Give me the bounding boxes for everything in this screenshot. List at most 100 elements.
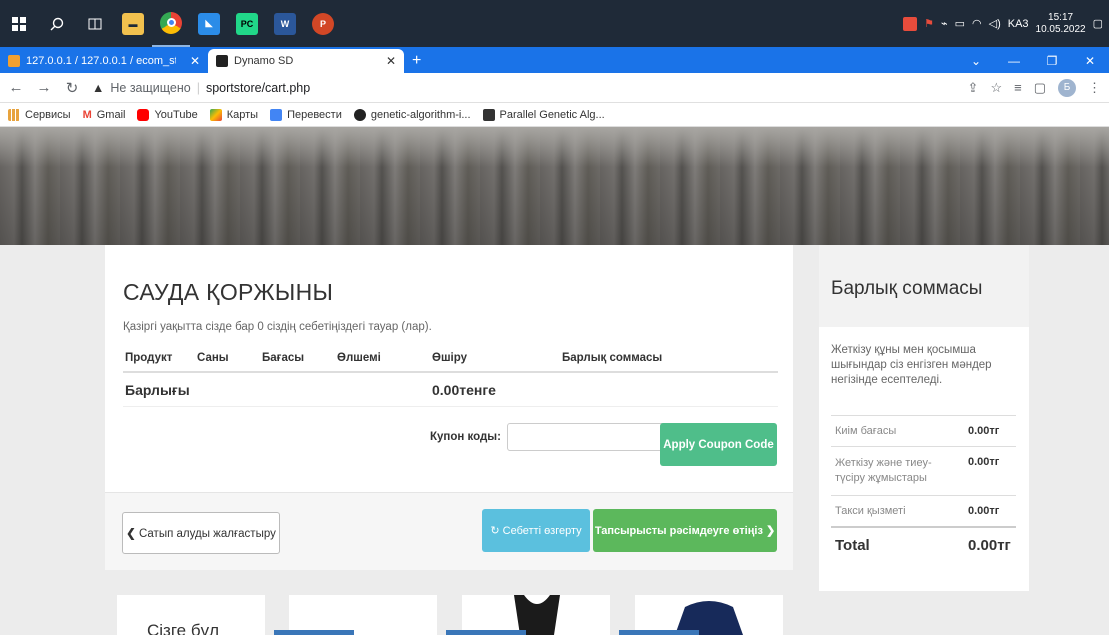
phpmyadmin-favicon-icon	[8, 55, 20, 67]
volume-icon[interactable]: ◁)	[989, 17, 1001, 30]
omnibox[interactable]: ▲ Не защищено | sportstore/cart.php	[92, 81, 310, 95]
word-icon[interactable]: W	[266, 0, 304, 47]
language-indicator[interactable]: KA3	[1008, 18, 1029, 30]
profile-avatar[interactable]: Б	[1058, 78, 1076, 97]
summary-row-label: Жеткізу және тиеу-түсіру жұмыстары	[835, 457, 932, 484]
checkout-button[interactable]: Тапсырысты рәсімдеуге өтіңіз ❯	[593, 509, 777, 552]
summary-header: Барлық соммасы	[819, 245, 1029, 327]
apps-grid-icon	[8, 108, 20, 121]
tab-search-icon[interactable]: ⌄	[957, 54, 995, 68]
summary-row-value: 0.00тг	[968, 425, 1000, 437]
product-vest-image	[514, 595, 560, 635]
bookmark-genetic-algorithm[interactable]: genetic-algorithm-i...	[353, 108, 471, 121]
dynamo-favicon-icon	[216, 55, 228, 67]
cart-total-row: Барлығы 0.00тенге	[123, 373, 778, 407]
sidebar-icon[interactable]: ▢	[1034, 80, 1046, 96]
apply-coupon-button[interactable]: Apply Coupon Code	[660, 423, 777, 466]
bookmark-parallel-ga[interactable]: Parallel Genetic Alg...	[482, 108, 605, 121]
continue-shopping-button[interactable]: ❮ Сатып алуды жалғастыру	[122, 512, 280, 554]
product-label-tag	[619, 630, 699, 635]
tab-title: Dynamo SD	[234, 55, 294, 67]
minimize-icon[interactable]: —	[995, 54, 1033, 68]
hero-banner-image	[0, 127, 1109, 245]
bookmark-label: YouTube	[154, 108, 198, 121]
cart-subtitle: Қазіргі уақытта сізде бар 0 сіздің себет…	[123, 321, 432, 333]
back-icon[interactable]: ←	[8, 79, 24, 96]
windows-start-icon[interactable]	[0, 0, 38, 47]
notification-icon[interactable]: ▢	[1093, 17, 1103, 30]
restore-icon[interactable]: ❐	[1033, 54, 1071, 68]
search-icon[interactable]	[38, 0, 76, 47]
tab-phpmyadmin[interactable]: 127.0.0.1 / 127.0.0.1 / ecom_store ✕	[0, 49, 208, 73]
product-shirt-image	[675, 601, 743, 635]
cart-footer: ❮ Сатып алуды жалғастыру ↻ Себетті өзгер…	[105, 492, 793, 570]
coupon-label: Купон коды:	[430, 431, 501, 443]
bookmark-star-icon[interactable]: ☆	[990, 80, 1002, 96]
summary-row-value: 0.00тг	[968, 505, 1000, 517]
share-icon[interactable]: ⇪	[968, 80, 979, 96]
github-icon	[353, 108, 366, 121]
powerpoint-icon[interactable]: P	[304, 0, 342, 47]
tab-strip: 127.0.0.1 / 127.0.0.1 / ecom_store ✕ Dyn…	[0, 47, 1109, 73]
bookmark-gmail[interactable]: M Gmail	[83, 109, 126, 121]
clock[interactable]: 15:17 10.05.2022	[1036, 12, 1086, 36]
document-icon	[482, 108, 495, 121]
column-header: Өлшемі	[337, 352, 381, 364]
summary-rows: Киім бағасы 0.00тг Жеткізу және тиеу-түс…	[831, 415, 1016, 563]
column-header: Барлық соммасы	[562, 352, 663, 364]
product-card[interactable]	[289, 595, 437, 635]
bookmarks-bar: Сервисы M Gmail YouTube Карты Перевести g…	[0, 103, 1109, 127]
reload-icon[interactable]: ↻	[64, 79, 80, 97]
update-cart-label: Себетті өзгерту	[502, 525, 582, 537]
bookmark-services[interactable]: Сервисы	[8, 108, 71, 121]
clock-date: 10.05.2022	[1035, 23, 1086, 35]
battery-icon[interactable]: ▭	[955, 17, 965, 30]
forward-icon[interactable]: →	[36, 79, 52, 96]
new-tab-button[interactable]: +	[404, 49, 429, 73]
teaser-card: Сізге бұл	[117, 595, 265, 635]
product-card[interactable]	[635, 595, 783, 635]
gmail-icon: M	[82, 108, 92, 121]
network-icon[interactable]: ⌁	[941, 17, 948, 30]
close-icon[interactable]: ✕	[190, 54, 200, 68]
translate-icon	[270, 108, 283, 121]
coupon-form: Купон коды:	[430, 423, 665, 451]
bookmark-translate[interactable]: Перевести	[270, 108, 342, 121]
system-tray: ⚑ ⌁ ▭ ◠ ◁) KA3 15:17 10.05.2022 ▢	[903, 0, 1109, 47]
chevron-left-icon: ❮	[126, 528, 136, 540]
reading-list-icon[interactable]: ≡	[1014, 80, 1022, 95]
coupon-input[interactable]	[506, 423, 665, 451]
update-cart-button[interactable]: ↻ Себетті өзгерту	[482, 509, 590, 552]
close-window-icon[interactable]: ✕	[1071, 54, 1109, 68]
bookmark-label: Parallel Genetic Alg...	[499, 108, 605, 121]
bookmark-maps[interactable]: Карты	[209, 108, 258, 121]
bookmark-youtube[interactable]: YouTube	[137, 108, 198, 121]
url-text[interactable]: sportstore/cart.php	[206, 81, 310, 95]
close-icon[interactable]: ✕	[386, 54, 396, 68]
pycharm-icon[interactable]: PC	[228, 0, 266, 47]
teaser-heading: Сізге бұл	[147, 621, 220, 635]
clock-time: 15:17	[1048, 11, 1074, 23]
product-label-tag	[274, 630, 354, 635]
task-view-icon[interactable]	[76, 0, 114, 47]
vscode-icon[interactable]: ◣	[190, 0, 228, 47]
window-controls: ⌄ — ❐ ✕	[957, 49, 1109, 73]
column-header: Продукт	[125, 352, 173, 364]
file-explorer-icon[interactable]: ▬	[114, 0, 152, 47]
flag-icon[interactable]: ⚑	[924, 17, 934, 30]
address-bar: ← → ↻ ▲ Не защищено | sportstore/cart.ph…	[0, 73, 1109, 103]
tray-app-icon[interactable]	[903, 16, 918, 31]
summary-total-value: 0.00тг	[968, 537, 1011, 554]
omnibox-separator: |	[196, 80, 200, 95]
product-card[interactable]	[462, 595, 610, 635]
chrome-icon[interactable]	[152, 0, 190, 47]
wifi-icon[interactable]: ◠	[972, 17, 982, 30]
tab-title: 127.0.0.1 / 127.0.0.1 / ecom_store	[26, 55, 176, 67]
tab-dynamo[interactable]: Dynamo SD ✕	[208, 49, 404, 73]
cart-table-header: Продукт Саны Бағасы Өлшемі Өшіру Барлық …	[123, 345, 778, 373]
security-status: Не защищено	[110, 80, 191, 95]
menu-icon[interactable]: ⋮	[1088, 80, 1101, 96]
maps-icon	[209, 108, 222, 121]
total-label: Барлығы	[125, 381, 190, 398]
warning-icon[interactable]: ▲	[92, 81, 104, 95]
